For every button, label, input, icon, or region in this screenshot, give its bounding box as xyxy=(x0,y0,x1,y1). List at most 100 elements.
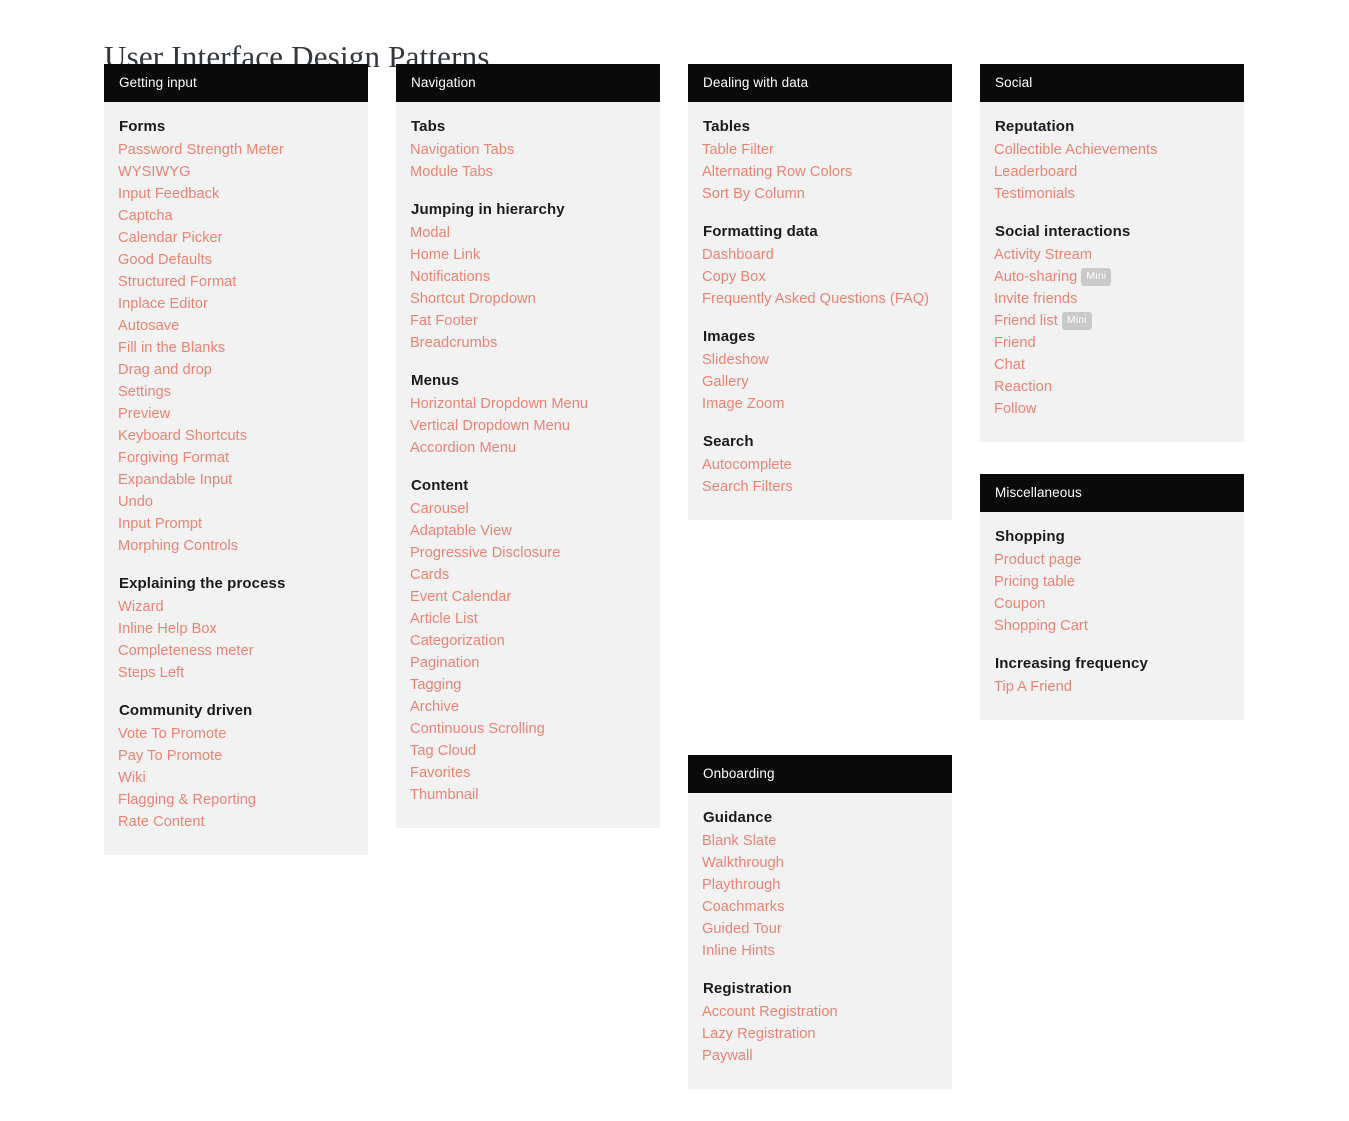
pattern-link[interactable]: Invite friends xyxy=(994,291,1077,307)
pattern-link[interactable]: Search Filters xyxy=(702,479,793,495)
pattern-link[interactable]: Pricing table xyxy=(994,574,1075,590)
pattern-link[interactable]: Slideshow xyxy=(702,352,769,368)
pattern-link[interactable]: Collectible Achievements xyxy=(994,142,1157,158)
pattern-link[interactable]: Friend list xyxy=(994,313,1058,329)
list-item: Pagination xyxy=(410,652,646,674)
pattern-link[interactable]: Adaptable View xyxy=(410,523,512,539)
pattern-link[interactable]: Expandable Input xyxy=(118,472,232,488)
pattern-link[interactable]: Copy Box xyxy=(702,269,766,285)
pattern-link[interactable]: Preview xyxy=(118,406,170,422)
pattern-link[interactable]: Tip A Friend xyxy=(994,679,1072,695)
pattern-link[interactable]: Carousel xyxy=(410,501,469,517)
pattern-link[interactable]: Archive xyxy=(410,699,459,715)
pattern-link[interactable]: Shortcut Dropdown xyxy=(410,291,536,307)
pattern-group: Shopping Product page Pricing table Coupon S… xyxy=(994,528,1230,637)
pattern-column: Dealing with data Tables Table Filter Alter… xyxy=(688,64,952,1121)
pattern-link[interactable]: Continuous Scrolling xyxy=(410,721,545,737)
pattern-link[interactable]: Accordion Menu xyxy=(410,440,516,456)
pattern-link[interactable]: Thumbnail xyxy=(410,787,479,803)
pattern-link[interactable]: Autocomplete xyxy=(702,457,792,473)
pattern-link[interactable]: Password Strength Meter xyxy=(118,142,284,158)
pattern-link[interactable]: Auto-sharing xyxy=(994,269,1077,285)
pattern-link[interactable]: Tagging xyxy=(410,677,461,693)
pattern-link[interactable]: Paywall xyxy=(702,1048,753,1064)
pattern-link[interactable]: Forgiving Format xyxy=(118,450,229,466)
pattern-link[interactable]: Pay To Promote xyxy=(118,748,222,764)
pattern-link[interactable]: Navigation Tabs xyxy=(410,142,514,158)
pattern-link[interactable]: Pagination xyxy=(410,655,479,671)
pattern-link[interactable]: Autosave xyxy=(118,318,179,334)
pattern-link[interactable]: Inplace Editor xyxy=(118,296,208,312)
pattern-link[interactable]: Gallery xyxy=(702,374,749,390)
pattern-link[interactable]: Undo xyxy=(118,494,153,510)
pattern-link[interactable]: Rate Content xyxy=(118,814,205,830)
pattern-link[interactable]: Dashboard xyxy=(702,247,774,263)
pattern-link[interactable]: Keyboard Shortcuts xyxy=(118,428,247,444)
pattern-link[interactable]: Drag and drop xyxy=(118,362,212,378)
pattern-link[interactable]: Breadcrumbs xyxy=(410,335,497,351)
pattern-link[interactable]: Structured Format xyxy=(118,274,236,290)
pattern-link[interactable]: Leaderboard xyxy=(994,164,1077,180)
pattern-link[interactable]: Flagging & Reporting xyxy=(118,792,256,808)
pattern-link[interactable]: Product page xyxy=(994,552,1081,568)
pattern-link[interactable]: Favorites xyxy=(410,765,470,781)
pattern-link[interactable]: Tag Cloud xyxy=(410,743,476,759)
pattern-link[interactable]: Chat xyxy=(994,357,1025,373)
pattern-link[interactable]: Captcha xyxy=(118,208,173,224)
pattern-link[interactable]: Playthrough xyxy=(702,877,780,893)
pattern-link[interactable]: Horizontal Dropdown Menu xyxy=(410,396,588,412)
panel-header: Navigation xyxy=(396,64,660,102)
pattern-link[interactable]: Frequently Asked Questions (FAQ) xyxy=(702,291,929,307)
pattern-link[interactable]: Notifications xyxy=(410,269,490,285)
pattern-link[interactable]: Friend xyxy=(994,335,1036,351)
pattern-link[interactable]: Table Filter xyxy=(702,142,774,158)
list-item: Testimonials xyxy=(994,183,1230,205)
pattern-link[interactable]: Module Tabs xyxy=(410,164,493,180)
pattern-link[interactable]: Wizard xyxy=(118,599,164,615)
pattern-link[interactable]: Progressive Disclosure xyxy=(410,545,560,561)
pattern-link[interactable]: Input Feedback xyxy=(118,186,219,202)
pattern-link[interactable]: Vertical Dropdown Menu xyxy=(410,418,570,434)
pattern-link[interactable]: Inline Hints xyxy=(702,943,775,959)
pattern-link[interactable]: Follow xyxy=(994,401,1036,417)
pattern-link[interactable]: Modal xyxy=(410,225,450,241)
pattern-link[interactable]: WYSIWYG xyxy=(118,164,191,180)
pattern-link[interactable]: Walkthrough xyxy=(702,855,784,871)
pattern-link[interactable]: Lazy Registration xyxy=(702,1026,816,1042)
pattern-link[interactable]: Event Calendar xyxy=(410,589,511,605)
pattern-link[interactable]: Good Defaults xyxy=(118,252,212,268)
pattern-link[interactable]: Activity Stream xyxy=(994,247,1092,263)
pattern-link[interactable]: Image Zoom xyxy=(702,396,784,412)
pattern-link[interactable]: Vote To Promote xyxy=(118,726,226,742)
list-item: Calendar Picker xyxy=(118,227,354,249)
pattern-link[interactable]: Sort By Column xyxy=(702,186,805,202)
pattern-link[interactable]: Guided Tour xyxy=(702,921,782,937)
pattern-link[interactable]: Wiki xyxy=(118,770,146,786)
pattern-link[interactable]: Blank Slate xyxy=(702,833,776,849)
pattern-link[interactable]: Coachmarks xyxy=(702,899,784,915)
pattern-link[interactable]: Categorization xyxy=(410,633,505,649)
panel-body: Forms Password Strength Meter WYSIWYG Input… xyxy=(104,102,368,855)
list-item: Playthrough xyxy=(702,874,938,896)
pattern-link[interactable]: Fat Footer xyxy=(410,313,478,329)
pattern-link[interactable]: Account Registration xyxy=(702,1004,838,1020)
pattern-link[interactable]: Home Link xyxy=(410,247,480,263)
pattern-link[interactable]: Completeness meter xyxy=(118,643,254,659)
pattern-link[interactable]: Shopping Cart xyxy=(994,618,1088,634)
pattern-link[interactable]: Calendar Picker xyxy=(118,230,223,246)
list-item: Blank Slate xyxy=(702,830,938,852)
pattern-link[interactable]: Cards xyxy=(410,567,449,583)
pattern-link[interactable]: Testimonials xyxy=(994,186,1075,202)
pattern-link[interactable]: Morphing Controls xyxy=(118,538,238,554)
pattern-link[interactable]: Input Prompt xyxy=(118,516,202,532)
pattern-link[interactable]: Article List xyxy=(410,611,478,627)
pattern-link[interactable]: Fill in the Blanks xyxy=(118,340,225,356)
panel-spacer xyxy=(688,552,952,755)
panel-header: Getting input xyxy=(104,64,368,102)
pattern-link[interactable]: Steps Left xyxy=(118,665,184,681)
pattern-link[interactable]: Inline Help Box xyxy=(118,621,217,637)
pattern-link[interactable]: Coupon xyxy=(994,596,1045,612)
pattern-link[interactable]: Alternating Row Colors xyxy=(702,164,852,180)
pattern-link[interactable]: Reaction xyxy=(994,379,1052,395)
pattern-link[interactable]: Settings xyxy=(118,384,171,400)
